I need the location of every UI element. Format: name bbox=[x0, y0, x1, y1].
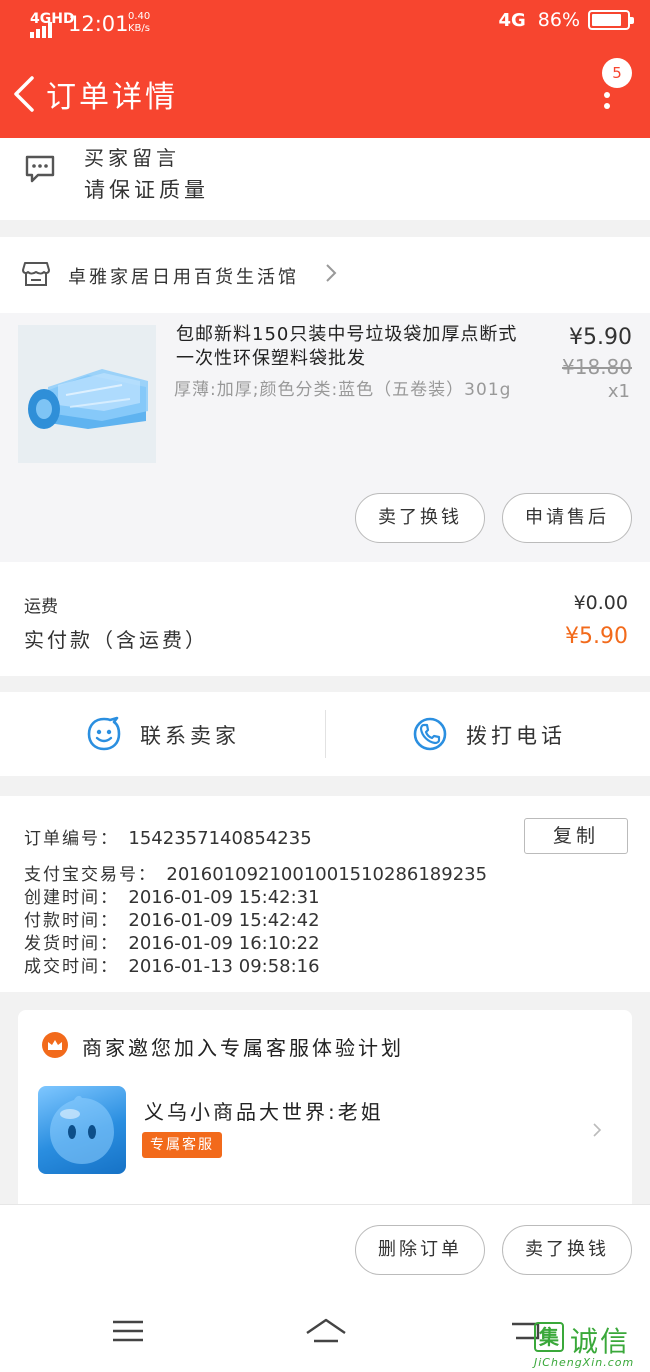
created-time-row: 创建时间： 2016-01-09 15:42:31 bbox=[24, 883, 320, 908]
clock: 12:01 bbox=[68, 12, 129, 36]
back-arrow-icon[interactable] bbox=[10, 74, 40, 114]
battery-fill bbox=[592, 14, 621, 26]
watermark-box-char: 集 bbox=[534, 1322, 564, 1352]
chevron-right-icon bbox=[593, 1123, 602, 1137]
info-label: 创建时间： bbox=[24, 888, 119, 908]
call-phone-button[interactable]: 拨打电话 bbox=[326, 692, 650, 776]
speed-value: 0.40 bbox=[128, 11, 151, 22]
product-thumbnail[interactable] bbox=[18, 325, 156, 463]
watermark-chars: 诚信 bbox=[570, 1325, 631, 1358]
info-label: 支付宝交易号： bbox=[24, 865, 157, 885]
watermark-url: JiChengXin.com bbox=[534, 1356, 635, 1369]
order-item[interactable]: 包邮新料150只装中号垃圾袋加厚点断式一次性环保塑料袋批发 厚薄:加厚;颜色分类… bbox=[0, 313, 650, 562]
info-value: 2016010921001001510286189235 bbox=[166, 864, 488, 885]
menu-icon[interactable] bbox=[110, 1314, 146, 1348]
status-bar: 4GHD 12:01 0.40 KB/s 4G 86% bbox=[0, 0, 650, 48]
order-info: 订单编号： 1542357140854235 复制 支付宝交易号： 201601… bbox=[0, 796, 650, 992]
nav-bar: 订单详情 5 bbox=[0, 48, 650, 138]
site-watermark: 集 诚信 JiChengXin.com bbox=[532, 1320, 650, 1372]
shipped-time-row: 发货时间： 2016-01-09 16:10:22 bbox=[24, 929, 320, 954]
service-avatar bbox=[38, 1086, 126, 1174]
product-title[interactable]: 包邮新料150只装中号垃圾袋加厚点断式一次性环保塑料袋批发 bbox=[176, 323, 536, 371]
info-value: 2016-01-09 15:42:42 bbox=[128, 910, 320, 931]
home-icon[interactable] bbox=[304, 1314, 348, 1348]
product-price: ¥5.90 bbox=[569, 325, 632, 350]
shop-icon bbox=[22, 262, 50, 286]
chat-bubble-icon bbox=[25, 155, 55, 183]
paid-label: 实付款（含运费） bbox=[24, 628, 208, 652]
notification-badge[interactable]: 5 bbox=[602, 58, 632, 88]
info-value: 2016-01-09 15:42:31 bbox=[128, 887, 320, 908]
speed-unit: KB/s bbox=[128, 23, 150, 34]
service-shop-name: 义乌小商品大世界:老姐 bbox=[144, 1100, 384, 1124]
page-title: 订单详情 bbox=[46, 80, 178, 115]
more-vertical-icon[interactable] bbox=[600, 92, 614, 122]
product-quantity: x1 bbox=[607, 381, 630, 402]
status-right: 4G 86% bbox=[498, 9, 634, 31]
network-4g: 4G bbox=[498, 9, 526, 31]
garbage-bag-roll-image bbox=[18, 325, 156, 463]
paid-value: ¥5.90 bbox=[565, 624, 628, 649]
smiley-chat-icon bbox=[87, 716, 121, 751]
exclusive-service-card[interactable]: 商家邀您加入专属客服体验计划 义乌小商品大世界:老姐 专属客服 bbox=[18, 1010, 632, 1220]
call-phone-label: 拨打电话 bbox=[466, 724, 566, 748]
signal-icon bbox=[30, 22, 52, 38]
buyer-message-title: 买家留言 bbox=[84, 146, 180, 170]
battery-icon bbox=[588, 10, 634, 30]
info-label: 成交时间： bbox=[24, 957, 119, 977]
info-value: 2016-01-13 09:58:16 bbox=[128, 956, 320, 977]
info-value: 1542357140854235 bbox=[128, 828, 312, 849]
battery-percent: 86% bbox=[537, 9, 580, 31]
fee-summary: 运费 ¥0.00 实付款（含运费） ¥5.90 bbox=[0, 562, 650, 676]
contact-seller-button[interactable]: 联系卖家 bbox=[0, 692, 325, 776]
phone-icon bbox=[413, 717, 447, 751]
delete-order-button[interactable]: 删除订单 bbox=[355, 1225, 485, 1275]
copy-order-number-button[interactable]: 复制 bbox=[524, 818, 628, 854]
shipping-value: ¥0.00 bbox=[573, 592, 628, 614]
alipay-trade-row: 支付宝交易号： 2016010921001001510286189235 bbox=[24, 860, 487, 885]
crown-icon bbox=[42, 1032, 68, 1058]
shop-name[interactable]: 卓雅家居日用百货生活馆 bbox=[68, 263, 299, 289]
buyer-message-body: 请保证质量 bbox=[84, 178, 209, 202]
chevron-right-icon bbox=[326, 264, 337, 282]
shipping-label: 运费 bbox=[24, 597, 58, 617]
info-label: 付款时间： bbox=[24, 911, 119, 931]
resell-button[interactable]: 卖了换钱 bbox=[355, 493, 485, 543]
network-speed: 0.40 KB/s bbox=[128, 11, 150, 35]
paid-time-row: 付款时间： 2016-01-09 15:42:42 bbox=[24, 906, 320, 931]
buyer-message-section: 买家留言 请保证质量 bbox=[0, 138, 650, 220]
contact-bar: 联系卖家 拨打电话 bbox=[0, 692, 650, 776]
after-sales-button[interactable]: 申请售后 bbox=[502, 493, 632, 543]
info-label: 订单编号： bbox=[24, 829, 119, 849]
info-value: 2016-01-09 16:10:22 bbox=[128, 933, 320, 954]
exclusive-service-tag: 专属客服 bbox=[142, 1132, 222, 1158]
mascot-avatar-icon bbox=[50, 1095, 114, 1164]
product-original-price: ¥18.80 bbox=[562, 355, 632, 379]
order-actions-footer: 删除订单 卖了换钱 bbox=[0, 1204, 650, 1294]
shop-row[interactable]: 卓雅家居日用百货生活馆 bbox=[0, 237, 650, 313]
product-spec: 厚薄:加厚;颜色分类:蓝色（五卷装）301g bbox=[174, 380, 512, 400]
completed-time-row: 成交时间： 2016-01-13 09:58:16 bbox=[24, 952, 320, 977]
order-number-row: 订单编号： 1542357140854235 bbox=[24, 824, 312, 849]
service-invite-title: 商家邀您加入专属客服体验计划 bbox=[82, 1036, 404, 1060]
info-label: 发货时间： bbox=[24, 934, 119, 954]
contact-seller-label: 联系卖家 bbox=[140, 724, 240, 748]
resell-button[interactable]: 卖了换钱 bbox=[502, 1225, 632, 1275]
